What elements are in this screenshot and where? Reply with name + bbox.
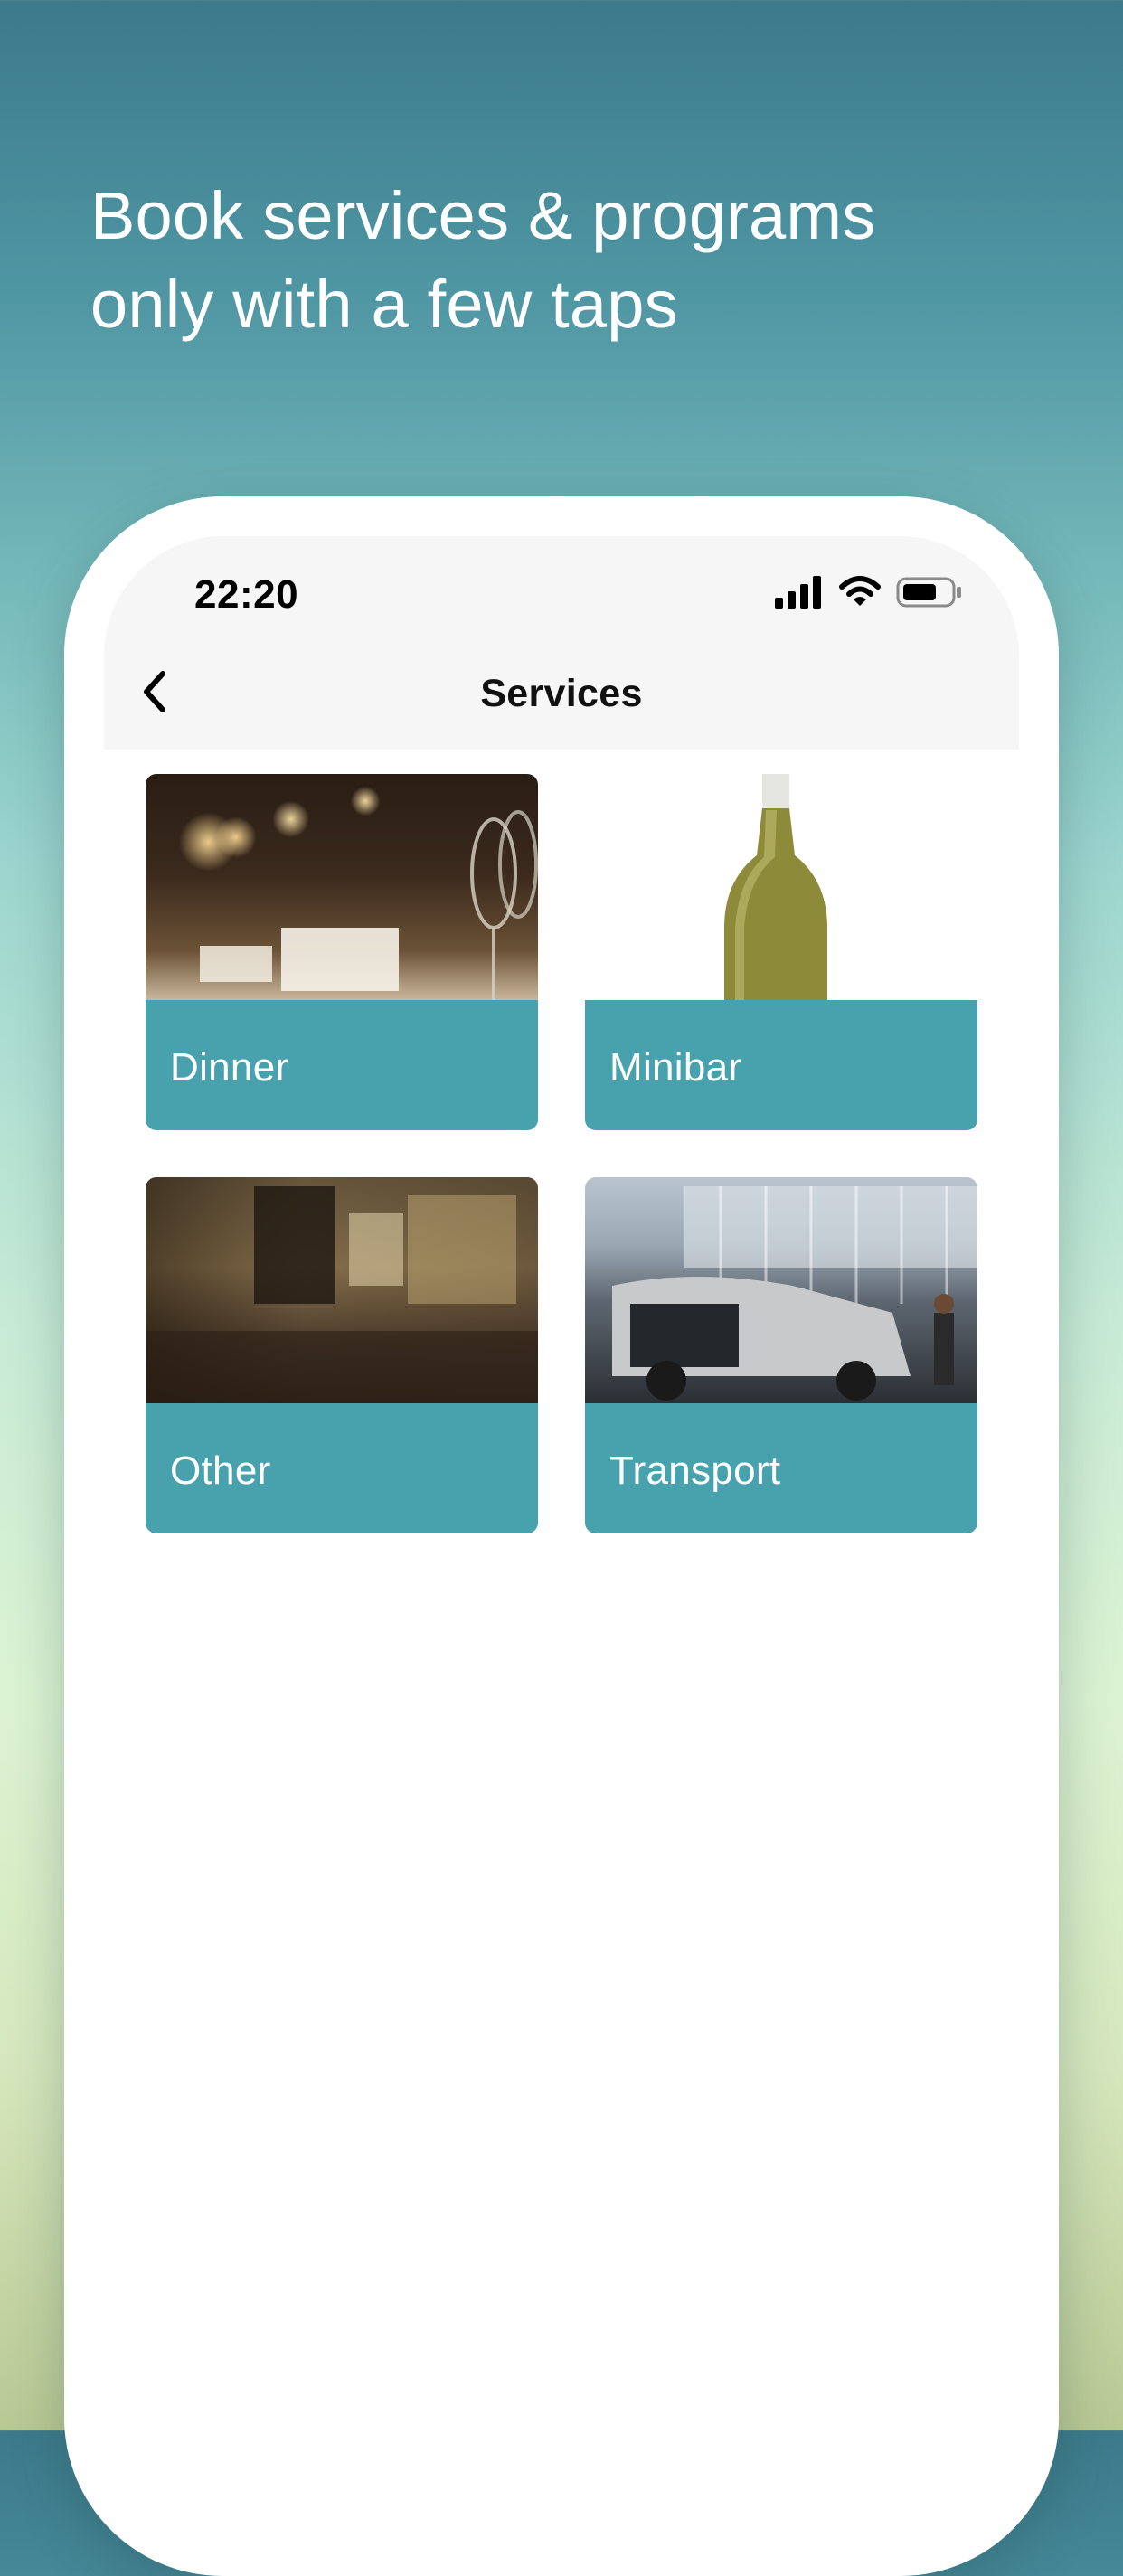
service-label-transport: Transport	[609, 1448, 781, 1493]
service-label-dinner: Dinner	[170, 1045, 289, 1090]
battery-icon	[896, 576, 963, 613]
transport-photo	[585, 1177, 977, 1403]
status-time: 22:20	[194, 572, 299, 617]
service-tile-minibar[interactable]: Minibar	[585, 774, 977, 1130]
headline-line-2: only with a few taps	[90, 267, 678, 342]
top-bar: 22:20 Services	[104, 536, 1019, 750]
service-label-minibar: Minibar	[609, 1045, 742, 1090]
marketing-headline: Book services & programs only with a few…	[90, 172, 1049, 349]
service-tile-other[interactable]: Other	[146, 1177, 538, 1533]
other-photo	[146, 1177, 538, 1403]
headline-line-1: Book services & programs	[90, 178, 876, 253]
phone-screen: 22:20 Services Dinner Minibar Other Tran…	[104, 536, 1019, 2471]
wifi-icon	[838, 575, 882, 613]
page-title: Services	[480, 672, 643, 715]
service-tile-transport[interactable]: Transport	[585, 1177, 977, 1533]
cellular-signal-icon	[775, 575, 824, 613]
service-tile-dinner[interactable]: Dinner	[146, 774, 538, 1130]
minibar-photo	[585, 774, 977, 1000]
status-icons	[775, 575, 963, 613]
dinner-photo	[146, 774, 538, 1000]
service-label-other: Other	[170, 1448, 271, 1493]
